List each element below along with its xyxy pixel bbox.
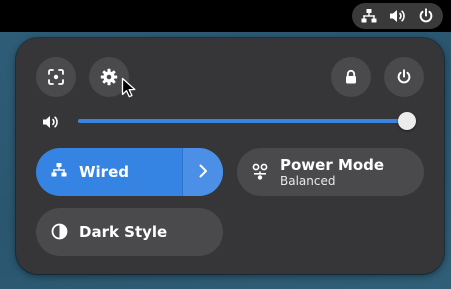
- mouse-pointer-icon: [121, 77, 137, 103]
- speaker-icon[interactable]: [42, 114, 59, 133]
- volume-slider-handle[interactable]: [398, 112, 416, 130]
- wired-tile[interactable]: Wired: [36, 148, 223, 196]
- power-off-button[interactable]: [384, 57, 424, 97]
- network-wired-icon: [361, 8, 377, 24]
- quick-settings-panel: Wired Power Mode Balanced Dark Style: [16, 38, 444, 274]
- dark-style-label: Dark Style: [79, 223, 168, 241]
- lock-icon: [343, 69, 359, 85]
- power-mode-label: Power Mode: [280, 156, 385, 174]
- wired-menu-button[interactable]: [182, 148, 223, 196]
- system-tray[interactable]: [352, 3, 443, 29]
- network-wired-icon: [51, 162, 67, 182]
- chevron-right-icon: [198, 163, 208, 182]
- screenshot-button[interactable]: [36, 57, 76, 97]
- gear-icon: [100, 68, 118, 86]
- power-mode-subtitle: Balanced: [280, 174, 336, 188]
- wired-label: Wired: [79, 163, 129, 181]
- screenshot-icon: [47, 68, 65, 86]
- power-icon: [418, 8, 434, 24]
- power-mode-tile[interactable]: Power Mode Balanced: [237, 148, 424, 196]
- volume-slider[interactable]: [78, 119, 410, 123]
- lock-button[interactable]: [331, 57, 371, 97]
- volume-row: [16, 106, 444, 136]
- dark-style-icon: [51, 223, 68, 244]
- volume-icon: [389, 8, 406, 24]
- power-icon: [396, 69, 412, 85]
- top-bar: [0, 0, 451, 32]
- power-mode-icon: [252, 163, 270, 185]
- dark-style-tile[interactable]: Dark Style: [36, 208, 223, 256]
- volume-slider-fill: [78, 119, 407, 123]
